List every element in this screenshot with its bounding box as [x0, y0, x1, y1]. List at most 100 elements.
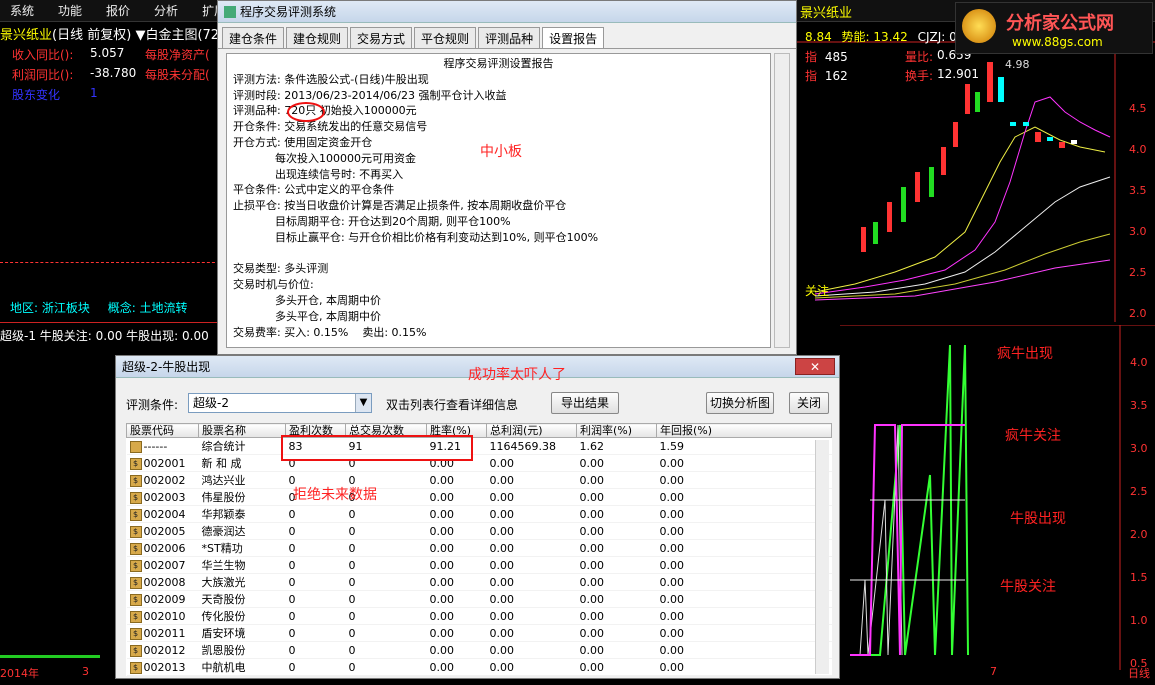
table-cell: 0.00: [486, 488, 577, 506]
table-row[interactable]: ------ 综合统计 83 91 91.21 1164569.38 1.62 1.59: [126, 437, 832, 455]
col-code[interactable]: 股票代码: [126, 423, 199, 438]
table-cell: 华邦颖泰: [198, 505, 286, 523]
annotation-success-rate: 成功率太吓人了: [468, 367, 566, 383]
table-cell: 0: [285, 522, 346, 540]
table-row[interactable]: $002001 新 和 成 0 0 0.00 0.00 0.00 0.00: [126, 454, 832, 472]
table-cell: 0: [345, 658, 427, 676]
col-profit-rate[interactable]: 利润率(%): [576, 423, 657, 438]
tab-trade-mode[interactable]: 交易方式: [350, 27, 413, 48]
result-title: 超级-2-牛股出现: [122, 360, 211, 374]
cell-text: 0.00: [579, 626, 605, 640]
report-scrollbar[interactable]: [774, 53, 790, 348]
condition-select[interactable]: 超级-2 ▼: [188, 393, 372, 413]
cell-text: 0: [348, 558, 356, 572]
menu-system[interactable]: 系统: [10, 2, 34, 19]
divider: [0, 262, 225, 263]
cell-text: 0: [348, 660, 356, 674]
axis-tick: 3.0: [1130, 442, 1148, 455]
table-cell: 0.00: [486, 471, 577, 489]
indicator-chart[interactable]: 4.0 3.5 3.0 2.5 2.0 1.5 1.0 0.5 7 日线: [840, 325, 1155, 680]
cell-text: 0.00: [659, 541, 685, 555]
menu-function[interactable]: 功能: [58, 2, 82, 19]
chevron-down-icon[interactable]: ▼: [355, 394, 371, 412]
cell-text: 002009: [143, 592, 186, 606]
table-cell: 0.00: [486, 539, 577, 557]
ma-line-purple: [814, 259, 1111, 301]
col-name[interactable]: 股票名称: [198, 423, 286, 438]
tab-open-rule[interactable]: 建仓规则: [286, 27, 349, 48]
table-row[interactable]: $002004 华邦颖泰 0 0 0.00 0.00 0.00 0.00: [126, 505, 832, 523]
tab-close-rule[interactable]: 平仓规则: [414, 27, 477, 48]
table-cell: 1.62: [576, 437, 657, 455]
table-row[interactable]: $002008 大族激光 0 0 0.00 0.00 0.00 0.00: [126, 573, 832, 591]
shili-label: 势能:: [841, 30, 870, 44]
table-cell: 0: [285, 505, 346, 523]
table-row[interactable]: $002009 天奇股份 0 0 0.00 0.00 0.00 0.00: [126, 590, 832, 608]
tab-settings-report[interactable]: 设置报告: [542, 27, 605, 48]
table-cell: 综合统计: [198, 437, 286, 455]
switch-chart-button[interactable]: 切换分析图: [706, 392, 774, 414]
table-scrollbar[interactable]: [815, 440, 829, 674]
left-info-panel: 收入同比(): 5.057 每股净资产( 利润同比(): -38.780 每股未…: [0, 44, 225, 315]
cell-text: 0.00: [579, 490, 605, 504]
table-cell: 0.00: [486, 590, 577, 608]
right-label: 指: [805, 69, 818, 83]
table-row[interactable]: $002002 鸿达兴业 0 0 0.00 0.00 0.00 0.00: [126, 471, 832, 489]
close-button[interactable]: 关闭: [789, 392, 829, 414]
axis-tick: 3.5: [1130, 399, 1148, 412]
cell-text: 0: [348, 541, 356, 555]
result-dialog: 超级-2-牛股出现 ✕ 评测条件: 超级-2 ▼ 双击列表行查看详细信息 导出结…: [115, 355, 840, 679]
menu-analysis[interactable]: 分析: [154, 2, 178, 19]
result-table[interactable]: 股票代码 股票名称 盈利次数 总交易次数 胜率(%) 总利润(元) 利润率(%)…: [126, 423, 832, 676]
table-cell: 0.00: [576, 607, 657, 625]
cell-text: 0.00: [659, 592, 685, 606]
export-button[interactable]: 导出结果: [551, 392, 619, 414]
table-cell: $002008: [126, 573, 199, 591]
table-row[interactable]: $002010 传化股份 0 0 0.00 0.00 0.00 0.00: [126, 607, 832, 625]
table-cell: 1164569.38: [486, 437, 577, 455]
col-annual-return[interactable]: 年回报(%): [656, 423, 832, 438]
price-chart[interactable]: 8.84 势能: 13.42 CJZJ: 0.00 指 485 量比: 0.65…: [795, 22, 1155, 322]
table-cell: $002003: [126, 488, 199, 506]
stock-icon: $: [129, 474, 142, 487]
cell-text: 002003: [143, 490, 186, 504]
table-cell: 0.00: [576, 573, 657, 591]
cell-text: 002005: [143, 524, 186, 538]
table-cell: 0.00: [656, 454, 832, 472]
annotation-crazy-bull: 疯牛出现: [997, 346, 1053, 362]
cell-text: *ST精功: [201, 542, 243, 555]
table-row[interactable]: $002005 德豪润达 0 0 0.00 0.00 0.00 0.00: [126, 522, 832, 540]
table-row[interactable]: $002011 盾安环境 0 0 0.00 0.00 0.00 0.00: [126, 624, 832, 642]
cell-text: 综合统计: [201, 440, 246, 453]
table-cell: 0: [345, 539, 427, 557]
table-cell: 0.00: [656, 488, 832, 506]
menu-quote[interactable]: 报价: [106, 2, 130, 19]
table-row[interactable]: $002003 伟星股份 0 0 0.00 0.00 0.00 0.00: [126, 488, 832, 506]
evaluation-dialog: 程序交易评测系统 建仓条件 建仓规则 交易方式 平仓规则 评测品种 设置报告 程…: [217, 0, 797, 355]
report-textarea[interactable]: 程序交易评测设置报告 评测方法: 条件选股公式-(日线)牛股出现 评测时段: 2…: [226, 53, 771, 348]
close-icon[interactable]: ✕: [795, 358, 835, 375]
table-row[interactable]: $002012 凯恩股份 0 0 0.00 0.00 0.00 0.00: [126, 641, 832, 659]
app-icon: [224, 5, 236, 18]
axis-tick: 1.5: [1130, 571, 1148, 584]
cell-text: 0.00: [659, 490, 685, 504]
cell-text: 0.00: [489, 456, 515, 470]
table-header: 股票代码 股票名称 盈利次数 总交易次数 胜率(%) 总利润(元) 利润率(%)…: [126, 423, 832, 438]
col-profit[interactable]: 总利润(元): [486, 423, 577, 438]
stock-icon: $: [129, 457, 142, 470]
main-chart-label[interactable]: ▼白金主图(72): [135, 28, 224, 43]
cell-text: 0.00: [489, 660, 515, 674]
table-cell: 传化股份: [198, 607, 286, 625]
tab-eval-variety[interactable]: 评测品种: [478, 27, 541, 48]
table-cell: ------: [126, 437, 199, 455]
dialog-titlebar[interactable]: 程序交易评测系统: [218, 1, 796, 23]
table-cell: $002006: [126, 539, 199, 557]
stock-icon: $: [129, 661, 142, 674]
table-row[interactable]: $002007 华兰生物 0 0 0.00 0.00 0.00 0.00: [126, 556, 832, 574]
tab-open-condition[interactable]: 建仓条件: [222, 27, 285, 48]
table-cell: 0.00: [486, 658, 577, 676]
condition-value: 超级-2: [193, 396, 229, 410]
table-row[interactable]: $002013 中航机电 0 0 0.00 0.00 0.00 0.00: [126, 658, 832, 676]
table-row[interactable]: $002006 *ST精功 0 0 0.00 0.00 0.00 0.00: [126, 539, 832, 557]
cell-text: 0.00: [489, 643, 515, 657]
